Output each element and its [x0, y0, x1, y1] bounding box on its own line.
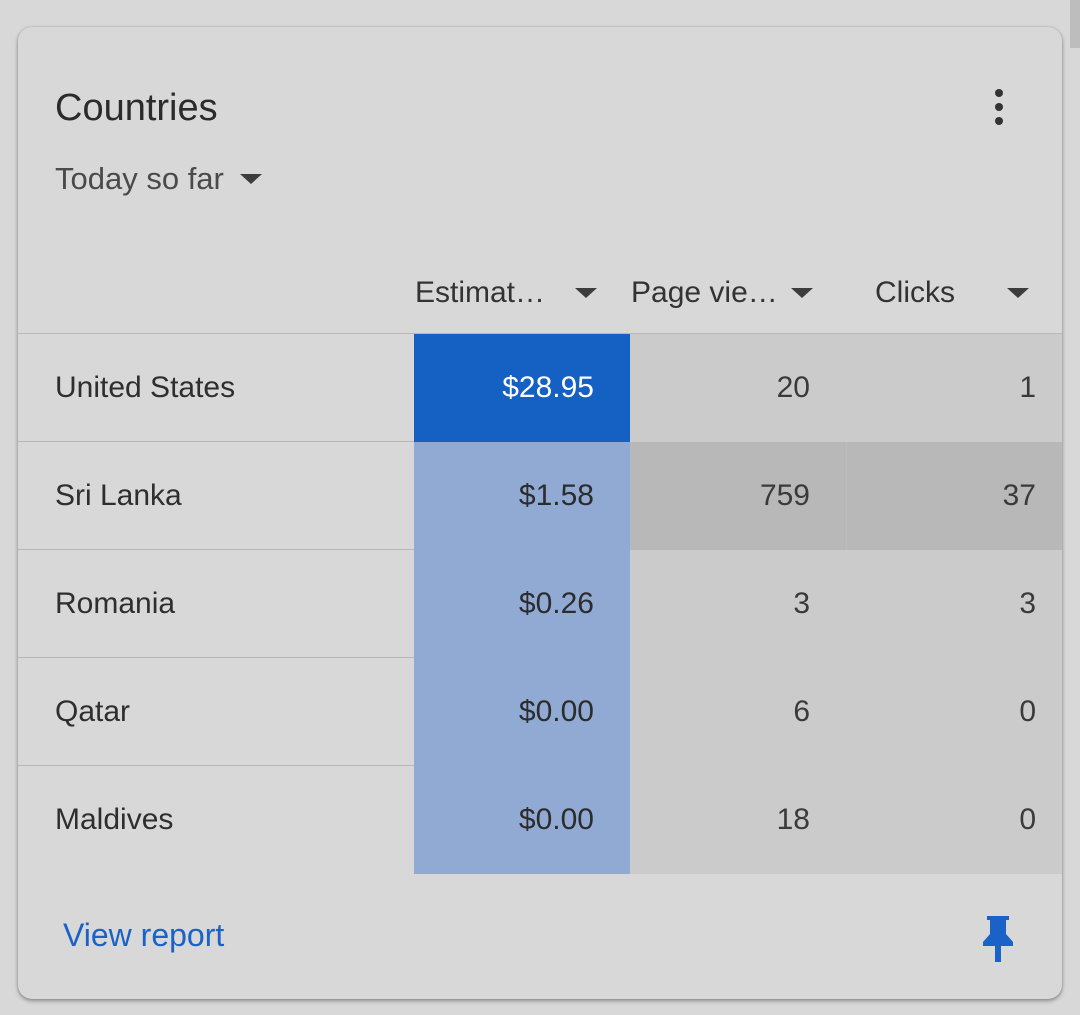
date-range-label: Today so far — [55, 161, 224, 196]
estimated-earnings-cell: $1.58 — [414, 442, 630, 550]
scrollbar[interactable] — [1070, 0, 1080, 48]
more-options-button[interactable] — [982, 85, 1016, 129]
table-row[interactable]: Sri Lanka $1.58 759 37 — [18, 442, 1062, 550]
pin-button[interactable] — [978, 912, 1018, 964]
date-range-dropdown[interactable]: Today so far — [55, 161, 262, 197]
clicks-cell: 3 — [846, 550, 1062, 658]
table-row[interactable]: Maldives $0.00 18 0 — [18, 766, 1062, 874]
estimated-earnings-cell: $0.00 — [414, 766, 630, 874]
estimated-earnings-cell: $0.26 — [414, 550, 630, 658]
country-name: Qatar — [55, 695, 131, 728]
estimated-earnings-cell: $0.00 — [414, 658, 630, 766]
page-views-cell: 759 — [630, 442, 846, 550]
dropdown-caret-icon — [239, 174, 262, 184]
column-header-estimated-earnings[interactable]: Estimat… — [415, 270, 597, 316]
sort-caret-icon — [791, 288, 813, 298]
table-row[interactable]: United States $28.95 20 1 — [18, 334, 1062, 442]
clicks-cell: 37 — [846, 442, 1062, 550]
pin-icon — [983, 916, 1013, 962]
card-title: Countries — [55, 87, 218, 129]
view-report-link[interactable]: View report — [63, 917, 224, 954]
clicks-cell: 1 — [846, 334, 1062, 442]
country-name: Maldives — [55, 803, 174, 836]
country-name: Romania — [55, 587, 176, 620]
table-row[interactable]: Qatar $0.00 6 0 — [18, 658, 1062, 766]
sort-caret-icon — [575, 288, 597, 298]
clicks-cell: 0 — [846, 658, 1062, 766]
more-vert-icon-dot — [995, 103, 1003, 111]
column-header-page-views[interactable]: Page vie… — [631, 270, 813, 316]
page-views-cell: 6 — [630, 658, 846, 766]
more-vert-icon — [995, 89, 1003, 97]
column-header-label: Estimat… — [415, 276, 546, 309]
table-row[interactable]: Romania $0.26 3 3 — [18, 550, 1062, 658]
page-views-cell: 3 — [630, 550, 846, 658]
countries-card: Countries Today so far Estimat… Page vie… — [18, 27, 1062, 999]
sort-caret-icon — [1007, 288, 1029, 298]
column-header-clicks[interactable]: Clicks — [875, 270, 1029, 316]
country-name: United States — [55, 371, 236, 404]
estimated-earnings-cell: $28.95 — [414, 334, 630, 442]
more-vert-icon-dot — [995, 117, 1003, 125]
page-views-cell: 20 — [630, 334, 846, 442]
clicks-cell: 0 — [846, 766, 1062, 874]
country-name: Sri Lanka — [55, 479, 182, 512]
column-header-label: Clicks — [875, 276, 955, 309]
page-views-cell: 18 — [630, 766, 846, 874]
column-header-label: Page vie… — [631, 276, 778, 309]
